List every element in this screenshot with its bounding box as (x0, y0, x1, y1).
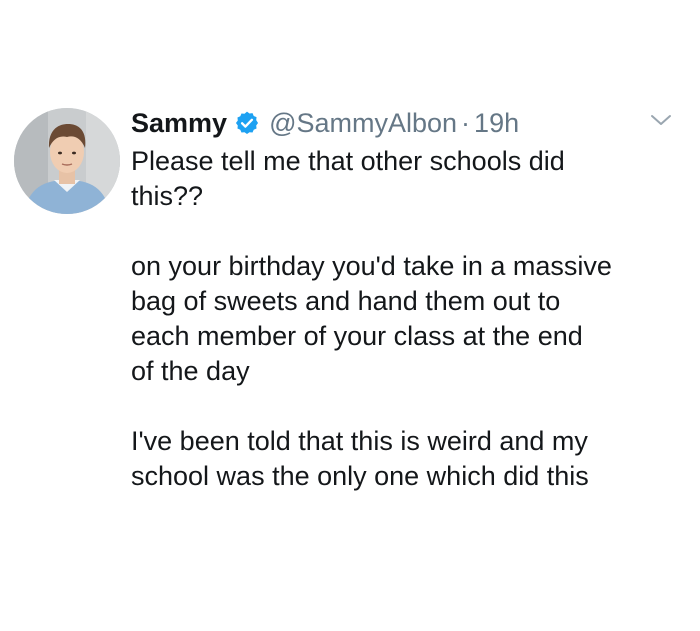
header-separator: · (461, 107, 471, 138)
tweet-header: Sammy @SammyAlbon · 19h (131, 103, 519, 143)
tweet-paragraph: I've been told that this is weird and my… (131, 426, 589, 491)
chevron-down-icon[interactable] (650, 112, 672, 128)
tweet-paragraph: on your birthday you'd take in a massive… (131, 251, 612, 386)
tweet-text: Please tell me that other schools did th… (131, 144, 686, 494)
avatar[interactable] (14, 108, 120, 214)
tweet-card: Sammy @SammyAlbon · 19h Please tell me t… (0, 0, 700, 631)
display-name[interactable]: Sammy (131, 108, 227, 139)
tweet-timestamp[interactable]: 19h (474, 108, 519, 139)
tweet-paragraph: Please tell me that other schools did th… (131, 146, 565, 211)
verified-badge-icon (234, 110, 260, 136)
user-handle[interactable]: @SammyAlbon (269, 108, 457, 139)
profile-photo-icon (14, 108, 120, 214)
